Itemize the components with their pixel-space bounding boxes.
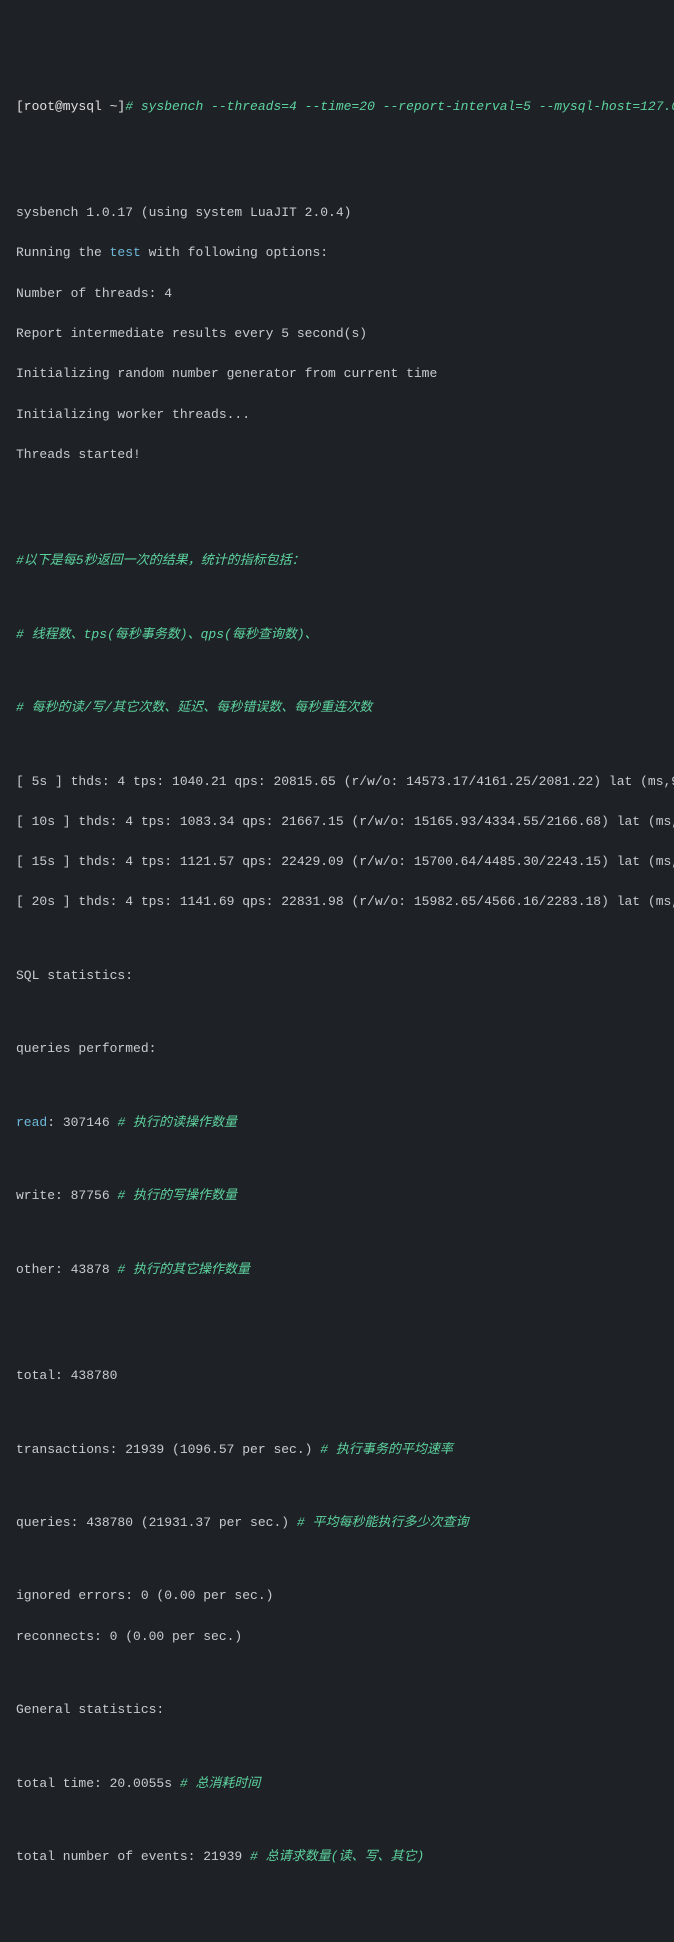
- running-test-word: test: [110, 245, 141, 260]
- blank-line: [16, 1814, 658, 1827]
- blank-line: [16, 739, 658, 752]
- read-value: : 307146: [47, 1115, 117, 1130]
- blank-line: [16, 137, 658, 150]
- transactions-line: transactions: 21939 (1096.57 per sec.) #…: [16, 1440, 658, 1460]
- running-pre: Running the: [16, 245, 110, 260]
- blank-line: [16, 170, 658, 183]
- blank-line: [16, 1480, 658, 1493]
- total-time-line: total time: 20.0055s # 总消耗时间: [16, 1774, 658, 1794]
- total-events-value: total number of events: 21939: [16, 1849, 250, 1864]
- prompt-user-host: [root@mysql ~]: [16, 99, 125, 114]
- prompt-line: [root@mysql ~]# sysbench --threads=4 --t…: [16, 97, 658, 117]
- report-interval: Report intermediate results every 5 seco…: [16, 324, 658, 344]
- ignored-errors: ignored errors: 0 (0.00 per sec.): [16, 1586, 658, 1606]
- comment-header-1: #以下是每5秒返回一次的结果，统计的指标包括：: [16, 551, 658, 571]
- read-line: read: 307146 # 执行的读操作数量: [16, 1113, 658, 1133]
- transactions-comment: # 执行事务的平均速率: [320, 1442, 453, 1457]
- blank-line: [16, 665, 658, 678]
- read-label: read: [16, 1115, 47, 1130]
- blank-line: [16, 518, 658, 531]
- interval-row: [ 15s ] thds: 4 tps: 1121.57 qps: 22429.…: [16, 852, 658, 872]
- blank-line: [16, 1300, 658, 1313]
- interval-row: [ 5s ] thds: 4 tps: 1040.21 qps: 20815.6…: [16, 772, 658, 792]
- blank-line: [16, 1887, 658, 1900]
- read-comment: # 执行的读操作数量: [117, 1115, 237, 1130]
- blank-line: [16, 933, 658, 946]
- blank-line: [16, 1006, 658, 1019]
- blank-line: [16, 592, 658, 605]
- reconnects: reconnects: 0 (0.00 per sec.): [16, 1627, 658, 1647]
- other-line: other: 43878 # 执行的其它操作数量: [16, 1260, 658, 1280]
- blank-line: [16, 1553, 658, 1566]
- running-post: with following options:: [141, 245, 328, 260]
- threads-count: Number of threads: 4: [16, 284, 658, 304]
- blank-line: [16, 1226, 658, 1239]
- general-stats-header: General statistics:: [16, 1700, 658, 1720]
- total-time-comment: # 总消耗时间: [180, 1776, 261, 1791]
- init-rng: Initializing random number generator fro…: [16, 364, 658, 384]
- blank-line: [16, 1920, 658, 1933]
- total-line: total: 438780: [16, 1366, 658, 1386]
- sysbench-version: sysbench 1.0.17 (using system LuaJIT 2.0…: [16, 203, 658, 223]
- comment-header-3: # 每秒的读/写/其它次数、延迟、每秒错误数、每秒重连次数: [16, 698, 658, 718]
- blank-line: [16, 1153, 658, 1166]
- queries-line: queries: 438780 (21931.37 per sec.) # 平均…: [16, 1513, 658, 1533]
- other-comment: # 执行的其它操作数量: [117, 1262, 250, 1277]
- blank-line: [16, 485, 658, 498]
- write-line: write: 87756 # 执行的写操作数量: [16, 1186, 658, 1206]
- queries-comment: # 平均每秒能执行多少次查询: [297, 1515, 469, 1530]
- running-line: Running the test with following options:: [16, 243, 658, 263]
- blank-line: [16, 1080, 658, 1093]
- total-events-line: total number of events: 21939 # 总请求数量(读、…: [16, 1847, 658, 1867]
- comment-header-2: # 线程数、tps(每秒事务数)、qps(每秒查询数)、: [16, 625, 658, 645]
- blank-line: [16, 1740, 658, 1753]
- write-comment: # 执行的写操作数量: [117, 1188, 237, 1203]
- write-value: write: 87756: [16, 1188, 117, 1203]
- blank-line: [16, 1333, 658, 1346]
- blank-line: [16, 1406, 658, 1419]
- total-time-value: total time: 20.0055s: [16, 1776, 180, 1791]
- other-value: other: 43878: [16, 1262, 117, 1277]
- threads-started: Threads started!: [16, 445, 658, 465]
- sql-stats-header: SQL statistics:: [16, 966, 658, 986]
- interval-row: [ 10s ] thds: 4 tps: 1083.34 qps: 21667.…: [16, 812, 658, 832]
- command-text: sysbench --threads=4 --time=20 --report-…: [133, 99, 674, 114]
- prompt-hash: #: [125, 99, 133, 114]
- total-events-comment: # 总请求数量(读、写、其它): [250, 1849, 424, 1864]
- queries-value: queries: 438780 (21931.37 per sec.): [16, 1515, 297, 1530]
- init-workers: Initializing worker threads...: [16, 405, 658, 425]
- queries-performed-header: queries performed:: [16, 1039, 658, 1059]
- transactions-value: transactions: 21939 (1096.57 per sec.): [16, 1442, 320, 1457]
- blank-line: [16, 1667, 658, 1680]
- interval-row: [ 20s ] thds: 4 tps: 1141.69 qps: 22831.…: [16, 892, 658, 912]
